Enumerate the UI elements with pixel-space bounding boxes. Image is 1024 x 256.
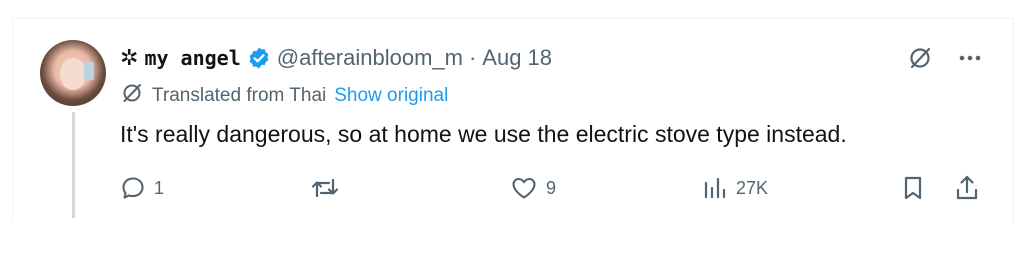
header-separator: · (468, 45, 477, 70)
more-icon[interactable] (956, 44, 984, 72)
action-bar: 1 9 27K (120, 172, 984, 204)
display-name[interactable]: my angel (144, 46, 240, 70)
grok-icon[interactable] (906, 44, 934, 72)
bookmark-button[interactable] (900, 172, 926, 204)
avatar-face (60, 58, 86, 90)
views-button[interactable]: 27K (702, 172, 768, 204)
like-count: 9 (546, 177, 557, 198)
like-icon (510, 175, 538, 201)
avatar-phone (84, 62, 94, 80)
views-icon (702, 175, 728, 201)
translation-row: Translated from Thai Show original (120, 82, 448, 110)
post-header: ✲ my angel @afterainbloom_m · Aug 18 (120, 40, 552, 76)
verified-badge-icon (247, 46, 271, 70)
avatar[interactable] (40, 40, 106, 106)
reply-icon (120, 175, 146, 201)
translated-label: Translated from Thai (152, 85, 327, 106)
bookmark-icon (900, 174, 926, 202)
share-icon (954, 174, 980, 202)
thread-line (72, 112, 75, 218)
show-original-link[interactable]: Show original (334, 85, 448, 107)
views-count: 27K (736, 177, 769, 198)
top-right-actions (906, 44, 984, 72)
repost-button[interactable] (310, 172, 348, 204)
like-button[interactable]: 9 (510, 172, 556, 204)
repost-icon (310, 175, 340, 201)
translate-icon (120, 81, 144, 111)
post-text: It's really dangerous, so at home we use… (120, 121, 847, 147)
reply-button[interactable]: 1 (120, 172, 164, 204)
display-name-prefix: ✲ (120, 45, 139, 70)
post-date[interactable]: Aug 18 (482, 45, 552, 71)
author-handle[interactable]: @afterainbloom_m (277, 45, 463, 71)
share-button[interactable] (954, 172, 980, 204)
reply-count: 1 (154, 177, 165, 198)
